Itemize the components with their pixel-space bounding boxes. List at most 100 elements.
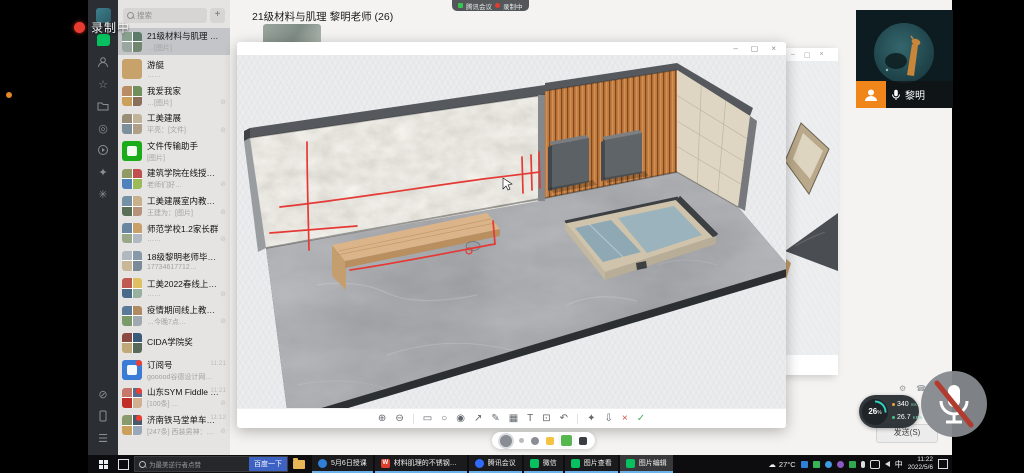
meeting-app-icon [458,3,463,8]
ime-indicator[interactable]: 中 [895,459,903,470]
chat-list-item[interactable]: 18级黎明老师毕业…17734617712… [118,247,230,274]
taskbar-app-schedule[interactable]: 5月6日授课 [312,455,373,473]
mini-programs-icon[interactable]: ✦ [88,161,118,183]
clock[interactable]: 11:22 2022/5/6 [908,456,933,472]
phone-icon[interactable] [88,405,118,427]
channels-icon[interactable] [88,139,118,161]
file-explorer-button[interactable] [288,455,310,473]
chat-list-item[interactable]: 21级材料与肌理 黎明……[图片] [118,28,230,55]
save-tool[interactable]: ⇩ [604,414,612,424]
meeting-badge[interactable]: 腾讯会议 录制中 [452,0,529,11]
taskbar-search[interactable]: 为最美逆行者点赞 百度一下 [134,456,288,472]
viewer-titlebar[interactable]: – ▢ × [237,42,786,55]
image-window-background[interactable]: – ▢ × [785,48,838,375]
ellipse-tool[interactable]: ○ [441,414,447,424]
chat-avatar [122,59,142,79]
confirm-tool[interactable]: ✓ [637,414,645,424]
chat-list-item[interactable]: 济南铁马堂单车俱乐…[247条] 西装男神：饭局…11:12⊘ [118,411,230,438]
chat-list-item[interactable]: 文件传输助手[图片] [118,138,230,165]
weather-widget[interactable]: ☁ 27°C [768,460,795,469]
pen-color-swatch[interactable] [531,437,539,445]
tray-app-icon[interactable] [849,461,856,468]
search-input[interactable]: 搜索 [123,8,207,23]
pen-size-small[interactable] [519,438,524,443]
add-chat-button[interactable]: + [210,8,225,23]
chat-list-item[interactable]: 我爱我家…[图片]⊘ [118,83,230,110]
tray-app-icon[interactable] [825,461,832,468]
zoom-in-tool[interactable]: ⊕ [378,414,386,424]
image-viewer-icon [571,459,580,468]
chat-list-item[interactable]: 工美2022春线上教………⊘ [118,275,230,302]
maximize-icon[interactable]: ▢ [804,51,811,59]
taskbar-app-wechat[interactable]: 微信 [524,455,563,473]
close-icon[interactable]: × [771,44,776,53]
text-tool[interactable]: T [527,414,533,424]
chat-list-item[interactable]: 工美建展平亮：[文件]⊘ [118,110,230,137]
tray-mic-icon[interactable] [861,461,865,468]
maximize-icon[interactable]: ▢ [751,44,759,53]
start-button[interactable] [94,455,113,473]
rect-tool[interactable]: ▭ [423,414,432,424]
taskbar-app-image-editor[interactable]: 图片编辑 [620,455,673,473]
volume-icon[interactable] [885,461,890,467]
mic-muted-button[interactable] [921,371,987,437]
mute-icon: ⊘ [220,98,226,106]
mute-icon: ⊘ [220,427,226,435]
video-call-tile[interactable]: 黎明 [856,10,953,108]
menu-icon[interactable]: ☰ [88,427,118,449]
taskbar-app-image-viewer[interactable]: 图片查看 [565,455,618,473]
chat-list-item[interactable]: 游艇…… [118,55,230,82]
chat-name: 18级黎明老师毕业… [147,251,219,263]
taskbar-app-tencent-meeting[interactable]: 腾讯会议 [469,455,522,473]
undo-tool[interactable]: ↶ [560,414,568,424]
chat-list-item[interactable]: 师范学校1.2家长群……⊘ [118,220,230,247]
chat-list-item[interactable]: CIDA学院奖 [118,329,230,356]
chat-list-item[interactable]: 疫情期间线上教学……今晚7点…⊘ [118,302,230,329]
action-center-icon[interactable] [938,459,948,469]
chat-avatar [122,251,142,271]
task-view-button[interactable] [113,455,134,473]
model-canvas[interactable] [237,55,786,408]
minimize-icon[interactable]: – [791,51,795,58]
chat-name: 工美建展 [147,112,219,124]
dnd-icon[interactable]: ⊘ [88,383,118,405]
chat-name: CIDA学院奖 [147,336,219,348]
pen-color-swatch[interactable] [579,437,587,445]
taskbar-app-label: 腾讯会议 [488,458,516,468]
toolbar-divider [413,414,414,424]
pen-tool[interactable]: ✎ [491,414,499,424]
gear-icon[interactable]: ⚙ [899,384,906,393]
chat-list-item[interactable]: 山东SYM Fiddle 4车…[100条] …11:21⊘ [118,384,230,411]
close-icon[interactable]: × [820,51,824,58]
pen-color-swatch[interactable] [561,435,572,446]
tray-app-icon[interactable] [813,461,820,468]
brush-tool[interactable]: ◉ [456,414,465,424]
zoom-out-tool[interactable]: ⊖ [395,414,403,424]
taskbar-app-wps-doc[interactable]: W材料肌理的不锈钢之… [375,455,467,473]
recording-dot-icon [74,22,85,33]
tray-app-icon[interactable] [801,461,808,468]
pen-color-swatch[interactable] [546,437,554,445]
chat-list-item[interactable]: 建筑学院在线授课群老师们好…⊘ [118,165,230,192]
cancel-tool[interactable]: × [622,414,628,424]
minimize-icon[interactable]: – [733,44,737,53]
image-viewer-window[interactable]: – ▢ × [237,42,786,428]
moments-icon[interactable]: ◎ [88,117,118,139]
chat-list-item[interactable]: 订阅号gooood谷德设计网：g…11:21 [118,357,230,384]
crop-tool[interactable]: ⊡ [542,414,550,424]
mosaic-tool[interactable]: ▦ [509,414,518,424]
pen-size-large[interactable] [500,435,512,447]
chat-time: 11:21 [210,387,226,394]
tray-chat-icon[interactable] [870,460,880,469]
meeting-app-label: 腾讯会议 [466,1,492,11]
arrow-tool[interactable]: ↗ [474,414,482,424]
chat-list-item[interactable]: 工美建展室内教研室王建为：[图片]⊘ [118,192,230,219]
files-icon[interactable] [88,95,118,117]
contacts-icon[interactable] [88,51,118,73]
settings-icon[interactable]: ✳ [88,183,118,205]
pin-tool[interactable]: ✦ [587,414,595,424]
baidu-search-button[interactable]: 百度一下 [249,457,287,471]
tray-app-icon[interactable] [837,461,844,468]
network-speed-widget[interactable]: 26% 340 ms 26.7 KB/s [859,395,919,428]
favorites-icon[interactable]: ☆ [88,73,118,95]
